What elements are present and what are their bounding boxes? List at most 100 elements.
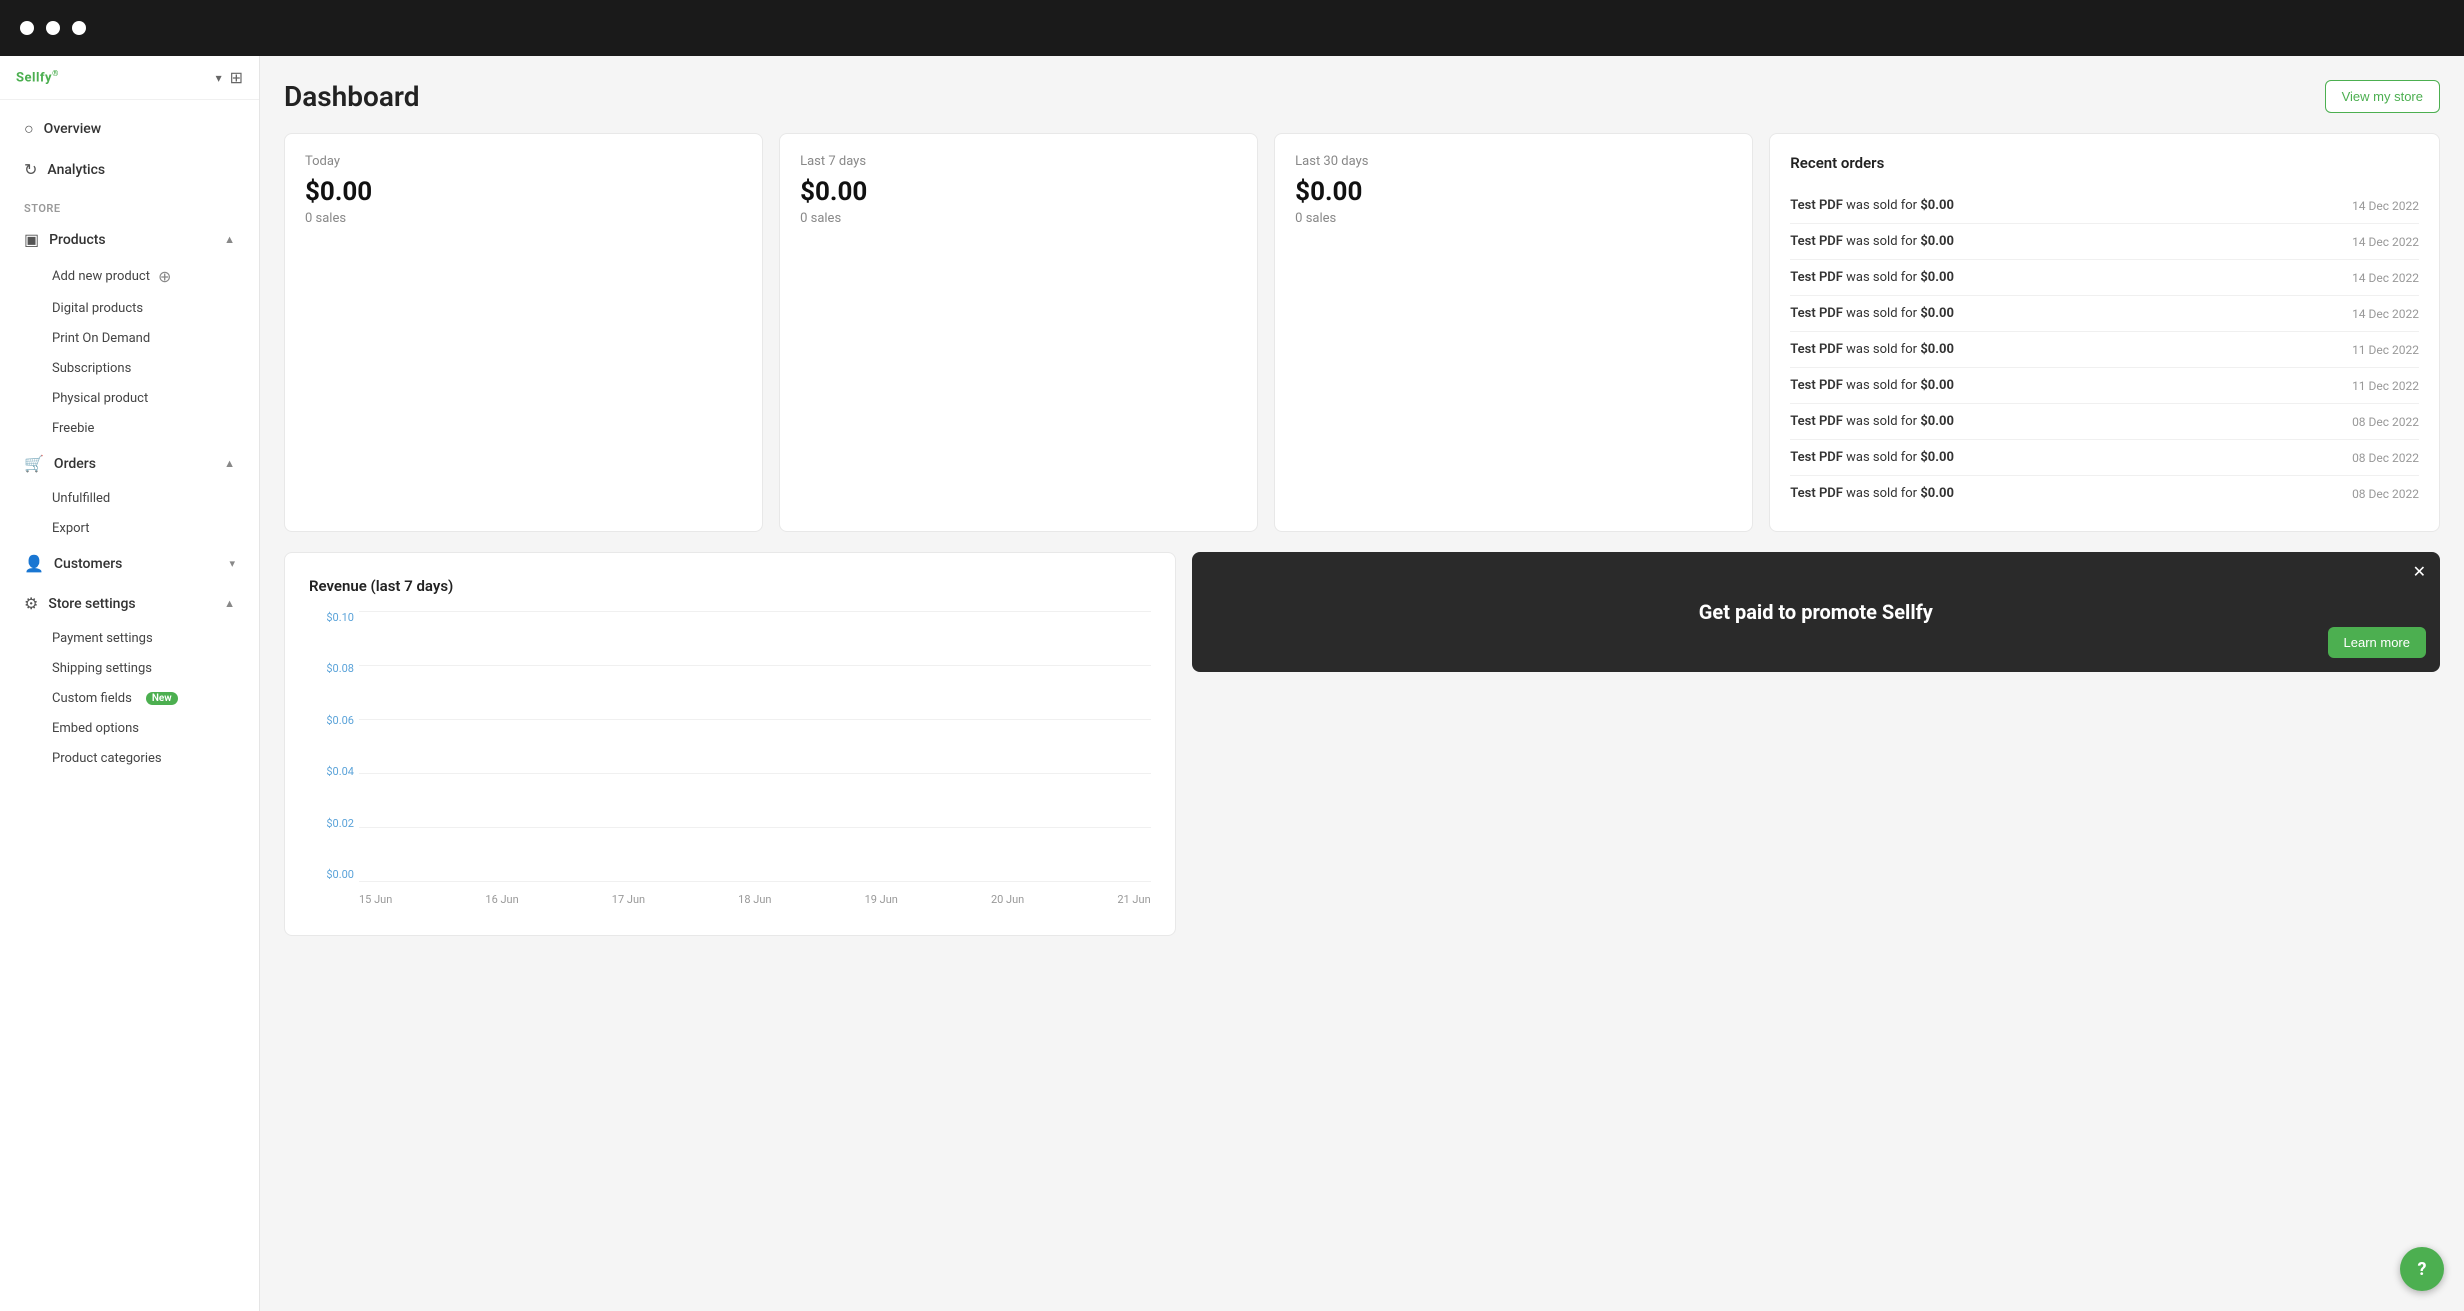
order-text: Test PDF was sold for $0.00 bbox=[1790, 450, 1954, 465]
grid-line-6 bbox=[359, 881, 1151, 882]
sidebar-item-label: Customers bbox=[54, 556, 220, 572]
analytics-icon: ↻ bbox=[24, 160, 37, 179]
sidebar-item-add-new-product[interactable]: Add new product ⊕ bbox=[8, 260, 251, 293]
chart-x-labels: 15 Jun16 Jun17 Jun18 Jun19 Jun20 Jun21 J… bbox=[359, 887, 1151, 911]
order-row: Test PDF was sold for $0.00 08 Dec 2022 bbox=[1790, 404, 2419, 440]
promo-close-icon[interactable]: ✕ bbox=[2413, 562, 2426, 581]
window-dot-3 bbox=[72, 21, 86, 35]
orders-icon: 🛒 bbox=[24, 454, 44, 473]
sidebar-item-shipping-settings[interactable]: Shipping settings bbox=[8, 654, 251, 683]
promo-action-button[interactable]: Learn more bbox=[2328, 627, 2426, 658]
sidebar-item-label: Digital products bbox=[52, 301, 143, 316]
stat-value-last30: $0.00 bbox=[1295, 177, 1732, 207]
order-text: Test PDF was sold for $0.00 bbox=[1790, 198, 1954, 213]
chart-x-label: 15 Jun bbox=[359, 893, 392, 906]
sidebar-item-label: Export bbox=[52, 521, 90, 536]
order-date: 14 Dec 2022 bbox=[2352, 199, 2419, 213]
customers-icon: 👤 bbox=[24, 554, 44, 573]
sidebar-item-embed-options[interactable]: Embed options bbox=[8, 714, 251, 743]
order-text: Test PDF was sold for $0.00 bbox=[1790, 270, 1954, 285]
view-store-button[interactable]: View my store bbox=[2325, 80, 2440, 113]
store-section-label: Store bbox=[0, 190, 259, 219]
sidebar-item-label: Shipping settings bbox=[52, 661, 152, 676]
order-row: Test PDF was sold for $0.00 14 Dec 2022 bbox=[1790, 188, 2419, 224]
sidebar-item-physical-product[interactable]: Physical product bbox=[8, 384, 251, 413]
sidebar-collapse-icon[interactable]: ▾ bbox=[216, 71, 222, 85]
order-text: Test PDF was sold for $0.00 bbox=[1790, 378, 1954, 393]
sidebar-item-product-categories[interactable]: Product categories bbox=[8, 744, 251, 773]
chart-section: Revenue (last 7 days) $0.10$0.08$0.06$0.… bbox=[284, 552, 2440, 956]
order-date: 11 Dec 2022 bbox=[2352, 343, 2419, 357]
order-date: 08 Dec 2022 bbox=[2352, 487, 2419, 501]
chart-title: Revenue (last 7 days) bbox=[309, 577, 1151, 595]
sidebar-item-label: Freebie bbox=[52, 421, 94, 436]
chart-x-label: 18 Jun bbox=[738, 893, 771, 906]
sidebar-item-label: Add new product bbox=[52, 269, 150, 284]
sidebar-item-print-on-demand[interactable]: Print On Demand bbox=[8, 324, 251, 353]
sidebar-logo: Sellfy® bbox=[16, 69, 59, 85]
sidebar-item-unfulfilled[interactable]: Unfulfilled bbox=[8, 484, 251, 513]
stat-card-today: Today $0.00 0 sales bbox=[284, 133, 763, 532]
chart-x-label: 16 Jun bbox=[485, 893, 518, 906]
sidebar-item-store-settings[interactable]: ⚙ Store settings ▲ bbox=[8, 584, 251, 623]
sidebar-header: Sellfy® ▾ ⊞ bbox=[0, 56, 259, 100]
sidebar-item-subscriptions[interactable]: Subscriptions bbox=[8, 354, 251, 383]
stat-card-last30: Last 30 days $0.00 0 sales bbox=[1274, 133, 1753, 532]
sidebar-item-orders[interactable]: 🛒 Orders ▲ bbox=[8, 444, 251, 483]
chart-y-label: $0.04 bbox=[309, 765, 354, 778]
order-text: Test PDF was sold for $0.00 bbox=[1790, 414, 1954, 429]
sidebar-item-label: Payment settings bbox=[52, 631, 153, 646]
window-dot-2 bbox=[46, 21, 60, 35]
sidebar-item-digital-products[interactable]: Digital products bbox=[8, 294, 251, 323]
stat-card-last7: Last 7 days $0.00 0 sales bbox=[779, 133, 1258, 532]
order-date: 08 Dec 2022 bbox=[2352, 451, 2419, 465]
recent-orders-title: Recent orders bbox=[1790, 154, 2419, 172]
chart-y-label: $0.02 bbox=[309, 817, 354, 830]
store-settings-icon: ⚙ bbox=[24, 594, 38, 613]
order-row: Test PDF was sold for $0.00 11 Dec 2022 bbox=[1790, 368, 2419, 404]
sidebar-item-overview[interactable]: ○ Overview bbox=[8, 109, 251, 149]
sidebar-grid-icon[interactable]: ⊞ bbox=[230, 68, 243, 87]
sidebar-item-products[interactable]: ▣ Products ▲ bbox=[8, 220, 251, 259]
order-text: Test PDF was sold for $0.00 bbox=[1790, 342, 1954, 357]
sidebar-item-custom-fields[interactable]: Custom fields New bbox=[8, 684, 251, 713]
sidebar-item-analytics[interactable]: ↻ Analytics bbox=[8, 150, 251, 189]
sidebar-item-freebie[interactable]: Freebie bbox=[8, 414, 251, 443]
sidebar-item-customers[interactable]: 👤 Customers ▾ bbox=[8, 544, 251, 583]
store-settings-submenu: Payment settings Shipping settings Custo… bbox=[0, 624, 259, 773]
chart-y-label: $0.00 bbox=[309, 868, 354, 881]
order-row: Test PDF was sold for $0.00 14 Dec 2022 bbox=[1790, 260, 2419, 296]
stat-value-today: $0.00 bbox=[305, 177, 742, 207]
stat-sub-today: 0 sales bbox=[305, 211, 742, 226]
sidebar-item-payment-settings[interactable]: Payment settings bbox=[8, 624, 251, 653]
overview-icon: ○ bbox=[24, 119, 34, 139]
chart-x-label: 17 Jun bbox=[612, 893, 645, 906]
chart-y-label: $0.08 bbox=[309, 662, 354, 675]
sidebar-item-label: Unfulfilled bbox=[52, 491, 110, 506]
page-title: Dashboard bbox=[284, 80, 420, 113]
order-row: Test PDF was sold for $0.00 08 Dec 2022 bbox=[1790, 440, 2419, 476]
products-icon: ▣ bbox=[24, 230, 39, 249]
help-button[interactable]: ? bbox=[2400, 1247, 2444, 1291]
sidebar-item-label: Physical product bbox=[52, 391, 148, 406]
orders-chevron-icon: ▲ bbox=[224, 457, 235, 470]
stat-label-last30: Last 30 days bbox=[1295, 154, 1732, 169]
grid-line-2 bbox=[359, 665, 1151, 666]
customers-chevron-icon: ▾ bbox=[229, 557, 235, 570]
window-dot-1 bbox=[20, 21, 34, 35]
chart-y-labels: $0.10$0.08$0.06$0.04$0.02$0.00 bbox=[309, 611, 354, 881]
order-date: 14 Dec 2022 bbox=[2352, 271, 2419, 285]
page-header: Dashboard View my store bbox=[284, 80, 2440, 113]
order-date: 14 Dec 2022 bbox=[2352, 235, 2419, 249]
products-submenu: Add new product ⊕ Digital products Print… bbox=[0, 260, 259, 443]
sidebar-item-label: Subscriptions bbox=[52, 361, 131, 376]
sidebar-item-label: Store settings bbox=[48, 596, 214, 612]
sidebar-header-right: ▾ ⊞ bbox=[216, 68, 243, 87]
revenue-chart-card: Revenue (last 7 days) $0.10$0.08$0.06$0.… bbox=[284, 552, 1176, 936]
grid-line-4 bbox=[359, 773, 1151, 774]
sidebar-nav: ○ Overview ↻ Analytics Store ▣ Products … bbox=[0, 100, 259, 1311]
stat-label-last7: Last 7 days bbox=[800, 154, 1237, 169]
sidebar-item-export[interactable]: Export bbox=[8, 514, 251, 543]
sidebar-item-label: Custom fields bbox=[52, 691, 132, 706]
grid-line-5 bbox=[359, 827, 1151, 828]
